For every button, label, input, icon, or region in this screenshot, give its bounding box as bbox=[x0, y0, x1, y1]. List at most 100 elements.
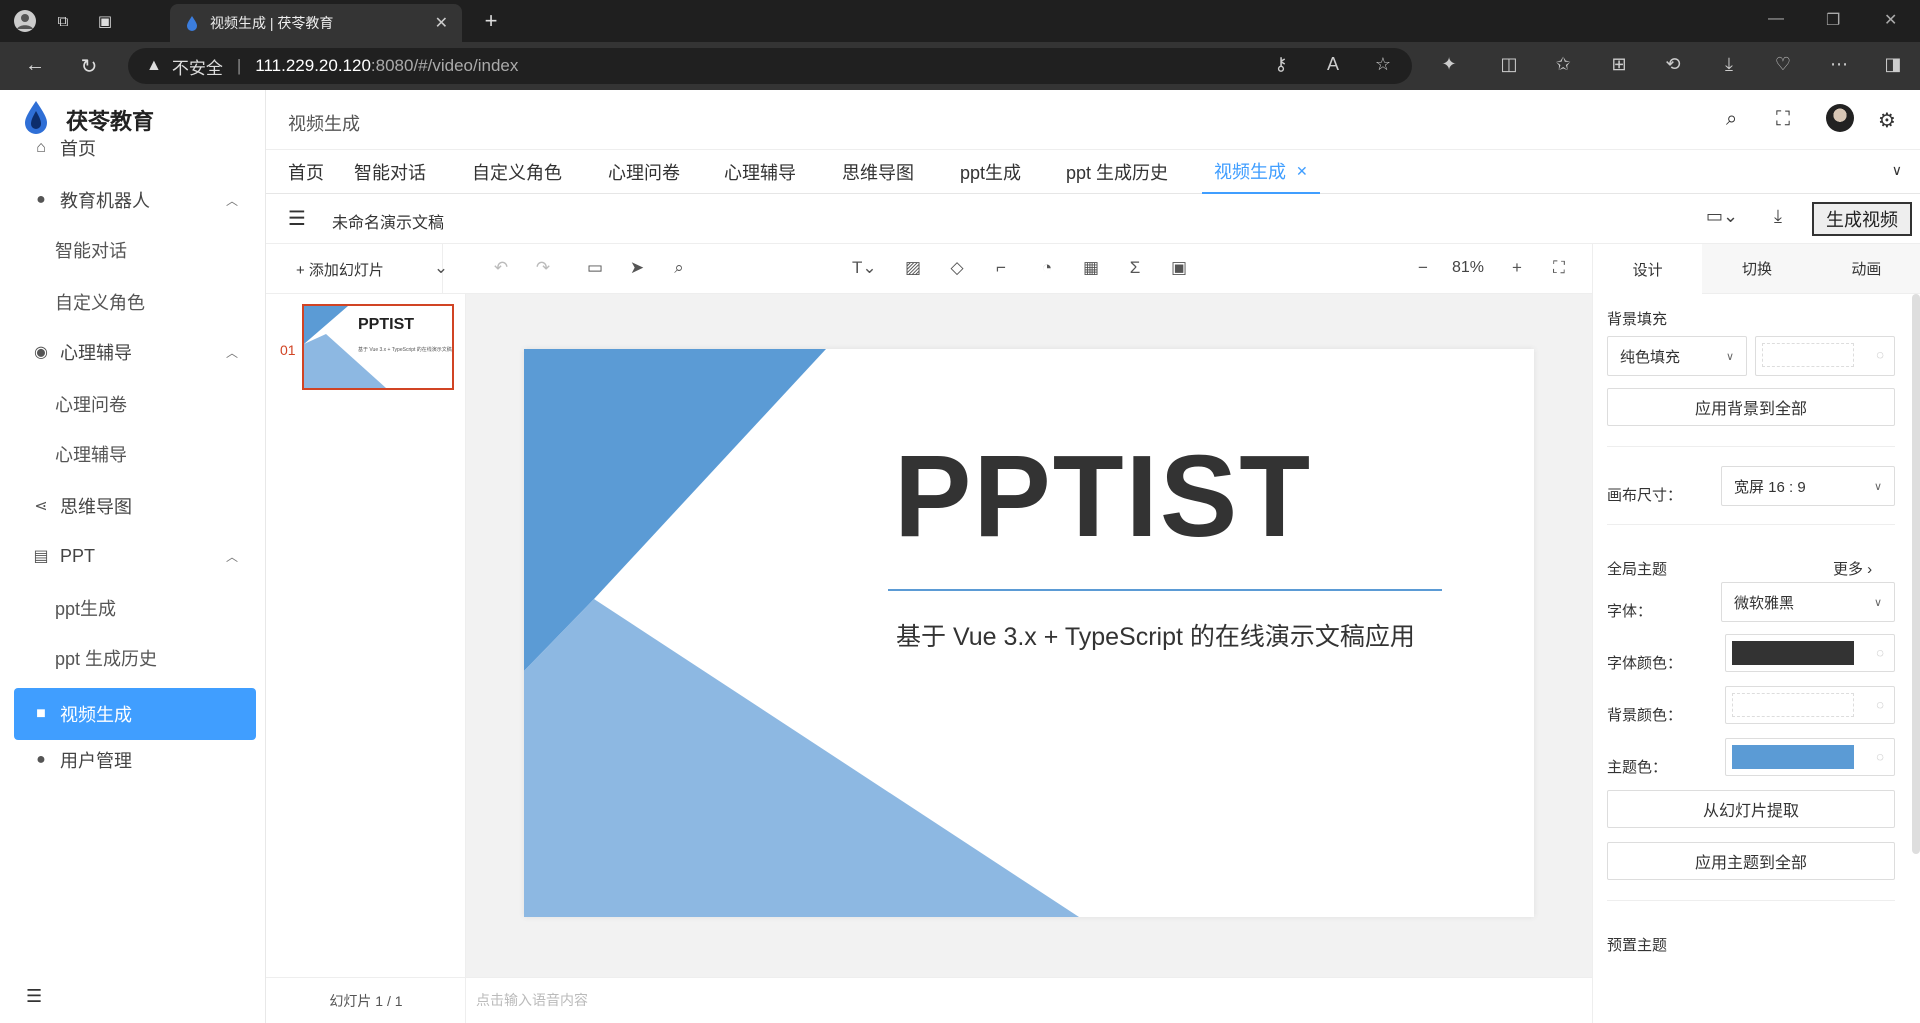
sidebar-item-mindmap[interactable]: ⋖ 思维导图 bbox=[0, 480, 266, 532]
profile-icon[interactable] bbox=[12, 8, 38, 34]
zoom-in-icon[interactable]: + bbox=[1506, 258, 1528, 278]
bg-fill-color-picker[interactable]: ◌ bbox=[1755, 336, 1895, 376]
add-slide-dropdown-icon[interactable]: ⌄ bbox=[430, 258, 452, 278]
extensions-icon[interactable]: ✦ bbox=[1436, 54, 1462, 75]
slide-subtitle[interactable]: 基于 Vue 3.x + TypeScript 的在线演示文稿应用 bbox=[896, 617, 1415, 653]
tab-ppt-history[interactable]: ppt 生成历史 bbox=[1066, 150, 1168, 194]
read-aloud-icon[interactable]: A bbox=[1320, 54, 1346, 75]
key-icon[interactable]: ⚷ bbox=[1268, 54, 1294, 75]
sidebar-item-video[interactable]: ■ 视频生成 bbox=[14, 688, 256, 740]
search-icon[interactable]: ⌕ bbox=[1726, 108, 1737, 131]
undo-icon[interactable]: ↶ bbox=[490, 258, 512, 278]
sidebar-item-edu-robot[interactable]: ● 教育机器人 ︿ bbox=[0, 174, 266, 226]
font-select[interactable]: 微软雅黑 ∨ bbox=[1721, 582, 1895, 622]
gear-icon[interactable]: ⚙ bbox=[1878, 108, 1896, 133]
download-icon[interactable]: ⤓ bbox=[1716, 54, 1742, 75]
panel-scrollbar[interactable] bbox=[1912, 294, 1920, 854]
theme-color-picker[interactable]: ◌ bbox=[1725, 738, 1895, 776]
split-screen-icon[interactable]: ◫ bbox=[1496, 54, 1522, 75]
text-icon[interactable]: T⌄ bbox=[852, 258, 877, 278]
sidebar-item-smart-chat[interactable]: 智能对话 bbox=[0, 224, 266, 276]
workspaces-icon[interactable]: ⧉ bbox=[50, 8, 76, 34]
home-icon: ⌂ bbox=[36, 139, 46, 156]
sidebar-item-ppt-generate[interactable]: ppt生成 bbox=[0, 582, 266, 634]
zoom-out-icon[interactable]: − bbox=[1412, 258, 1434, 278]
favorites-icon[interactable]: ✩ bbox=[1550, 54, 1576, 75]
shape-icon[interactable]: ◇ bbox=[946, 258, 968, 278]
collapse-sidebar-icon[interactable]: ☰ bbox=[26, 986, 42, 1007]
apply-theme-all-button[interactable]: 应用主题到全部 bbox=[1607, 842, 1895, 880]
export-icon[interactable]: ⤓ bbox=[1774, 206, 1782, 227]
tab-animation[interactable]: 动画 bbox=[1811, 244, 1920, 294]
restore-icon[interactable]: ❐ bbox=[1826, 10, 1840, 30]
image-icon[interactable]: ▨ bbox=[902, 258, 924, 278]
bg-color-swatch bbox=[1732, 693, 1854, 717]
tab-questionnaire[interactable]: 心理问卷 bbox=[608, 150, 680, 194]
history-icon[interactable]: ⟲ bbox=[1660, 54, 1686, 75]
slide-title[interactable]: PPTIST bbox=[894, 429, 1312, 563]
canvas-size-select[interactable]: 宽屏 16 : 9 ∨ bbox=[1721, 466, 1895, 506]
line-icon[interactable]: ⌐ bbox=[990, 258, 1012, 278]
bg-color-picker[interactable]: ◌ bbox=[1725, 686, 1895, 724]
comment-icon[interactable]: ▭ bbox=[584, 258, 606, 278]
tab-home[interactable]: 首页 bbox=[288, 150, 324, 194]
media-icon[interactable]: ▣ bbox=[1168, 258, 1190, 278]
sidebar-item-home[interactable]: ⌂ 首页 bbox=[0, 122, 266, 174]
slide[interactable]: PPTIST 基于 Vue 3.x + TypeScript 的在线演示文稿应用 bbox=[524, 349, 1534, 917]
close-tab-icon[interactable]: ✕ bbox=[1296, 163, 1308, 180]
minimize-icon[interactable]: — bbox=[1768, 10, 1784, 28]
browser-tab-active[interactable]: 视频生成 | 茯苓教育 ✕ bbox=[170, 4, 462, 42]
more-icon[interactable]: ⋯ bbox=[1826, 54, 1852, 75]
more-themes-link[interactable]: 更多 › bbox=[1833, 558, 1872, 579]
favorite-star-icon[interactable]: ☆ bbox=[1370, 54, 1396, 75]
tab-transition[interactable]: 切换 bbox=[1702, 244, 1812, 294]
fullscreen-icon[interactable]: ⛶ bbox=[1776, 108, 1790, 131]
sidebar-item-users[interactable]: ● 用户管理 bbox=[0, 734, 266, 786]
bg-fill-type-select[interactable]: 纯色填充 ∨ bbox=[1607, 336, 1747, 376]
table-icon[interactable]: ▦ bbox=[1080, 258, 1102, 278]
sidebar-item-ppt[interactable]: ▤ PPT ︿ bbox=[0, 530, 266, 582]
close-window-icon[interactable]: ✕ bbox=[1884, 10, 1897, 30]
palette-icon: ◌ bbox=[1876, 347, 1884, 362]
fit-screen-icon[interactable]: ⛶ bbox=[1548, 258, 1570, 278]
present-icon[interactable]: ▭⌄ bbox=[1706, 206, 1738, 227]
generate-video-button[interactable]: 生成视频 bbox=[1812, 202, 1912, 236]
address-bar[interactable]: ▲ 不安全 | 111.229.20.120 :8080/#/video/ind… bbox=[128, 48, 1412, 84]
reload-icon[interactable]: ↻ bbox=[76, 54, 102, 79]
close-tab-icon[interactable]: ✕ bbox=[435, 13, 448, 33]
speech-notes-input[interactable]: 点击输入语音内容 bbox=[466, 977, 1592, 1023]
select-pointer-icon[interactable]: ➤ bbox=[626, 258, 648, 278]
redo-icon[interactable]: ↷ bbox=[532, 258, 554, 278]
tab-design[interactable]: 设计 bbox=[1593, 244, 1703, 294]
add-slide-button[interactable]: + 添加幻灯片 bbox=[296, 259, 384, 280]
chevron-down-icon[interactable]: ∨ bbox=[1892, 162, 1902, 179]
formula-icon[interactable]: Σ bbox=[1124, 258, 1146, 278]
sidebar-item-counseling-sub[interactable]: 心理辅导 bbox=[0, 428, 266, 480]
tab-actions-icon[interactable]: ▣ bbox=[92, 8, 118, 34]
tab-video[interactable]: 视频生成 ✕ bbox=[1202, 150, 1320, 194]
sidebar-item-questionnaire[interactable]: 心理问卷 bbox=[0, 378, 266, 430]
new-tab-icon[interactable]: + bbox=[478, 8, 504, 34]
back-icon[interactable]: ← bbox=[22, 54, 48, 77]
font-color-label: 字体颜色： bbox=[1607, 655, 1683, 672]
extract-from-slide-button[interactable]: 从幻灯片提取 bbox=[1607, 790, 1895, 828]
chart-icon[interactable]: ◔ bbox=[1036, 258, 1058, 278]
menu-icon[interactable]: ☰ bbox=[288, 206, 306, 231]
tab-ppt-generate[interactable]: ppt生成 bbox=[960, 150, 1021, 194]
sidebar-item-ppt-history[interactable]: ppt 生成历史 bbox=[0, 632, 266, 684]
avatar[interactable] bbox=[1826, 104, 1854, 132]
sidebar-toggle-icon[interactable]: ◨ bbox=[1880, 54, 1906, 75]
collections-icon[interactable]: ⊞ bbox=[1606, 54, 1632, 75]
performance-icon[interactable]: ♡ bbox=[1770, 54, 1796, 75]
sidebar-item-counseling[interactable]: ◉ 心理辅导 ︿ bbox=[0, 326, 266, 378]
magnifier-icon[interactable]: ⌕ bbox=[668, 258, 690, 278]
tab-smart-chat[interactable]: 智能对话 bbox=[354, 150, 426, 194]
tab-counseling[interactable]: 心理辅导 bbox=[724, 150, 796, 194]
sidebar-item-custom-role[interactable]: 自定义角色 bbox=[0, 276, 266, 328]
slide-thumbnail[interactable]: PPTIST 基于 Vue 3.x + TypeScript 的在线演示文稿应用 bbox=[302, 304, 454, 390]
tab-custom-role[interactable]: 自定义角色 bbox=[472, 150, 562, 194]
doc-title[interactable]: 未命名演示文稿 bbox=[332, 209, 444, 233]
tab-mindmap[interactable]: 思维导图 bbox=[842, 150, 914, 194]
font-color-picker[interactable]: ◌ bbox=[1725, 634, 1895, 672]
apply-bg-all-button[interactable]: 应用背景到全部 bbox=[1607, 388, 1895, 426]
